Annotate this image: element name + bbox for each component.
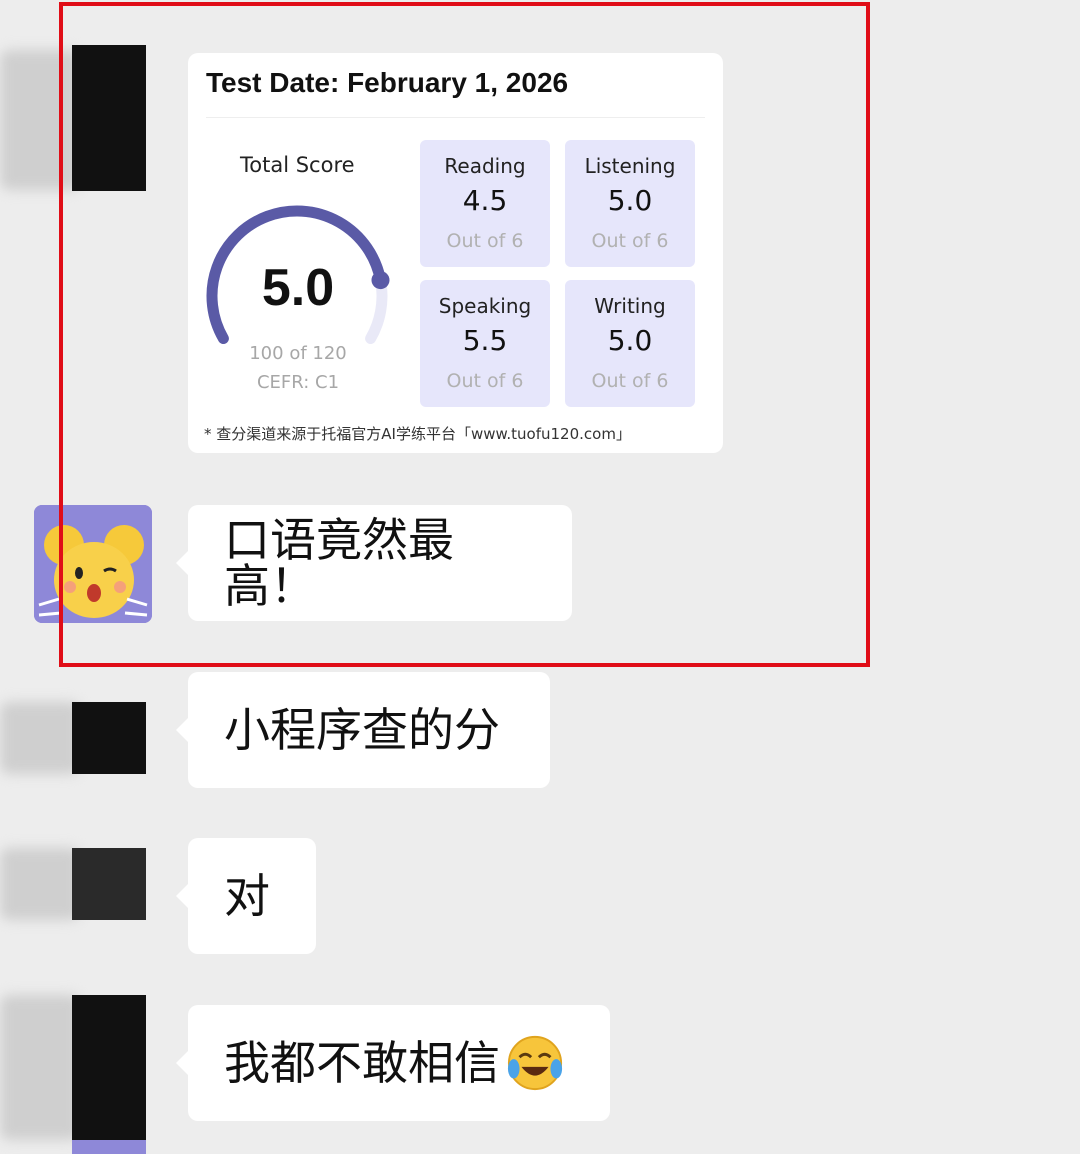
message-text: 我都不敢相信: [224, 1036, 500, 1090]
message-text: 对: [224, 869, 270, 923]
message-bubble[interactable]: 小程序查的分: [176, 672, 550, 788]
message-bubble[interactable]: 我都不敢相信: [176, 1005, 610, 1121]
message-bubble[interactable]: 对: [176, 838, 316, 954]
message-text: 小程序查的分: [224, 703, 500, 757]
highlight-frame: [59, 2, 870, 667]
face-with-tears-of-joy-icon: [507, 1035, 563, 1091]
